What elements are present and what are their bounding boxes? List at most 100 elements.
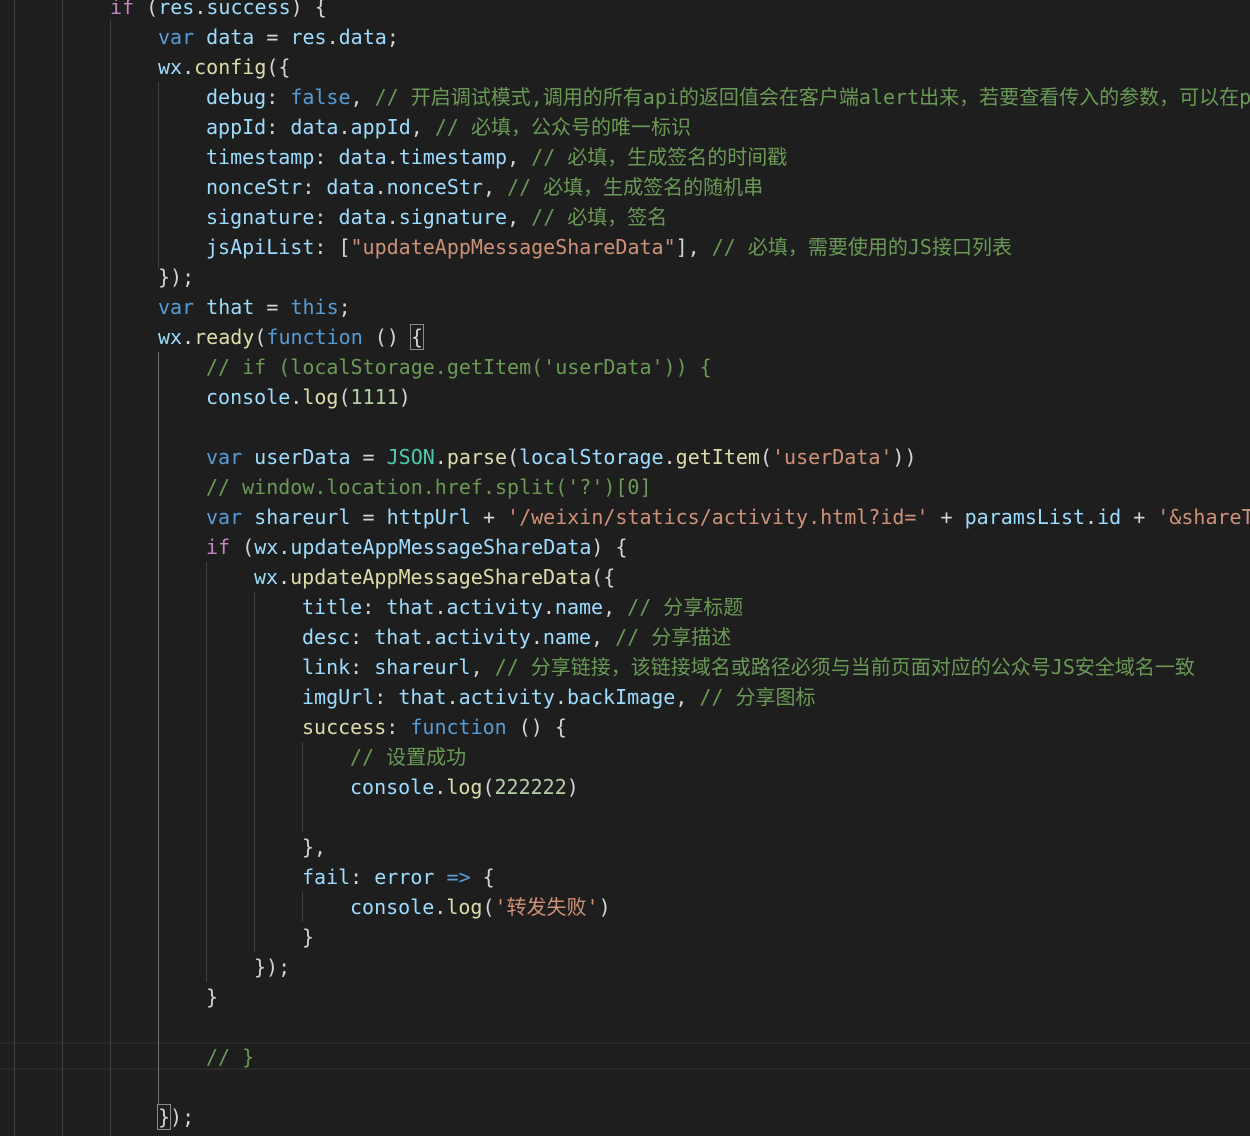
code-line[interactable]: var userData = JSON.parse(localStorage.g… [206, 442, 917, 472]
code-line[interactable]: wx.ready(function () { [158, 322, 424, 352]
code-token: getItem [675, 445, 760, 469]
code-line[interactable]: console.log('转发失败') [350, 892, 611, 922]
code-token: var [158, 25, 195, 49]
code-line[interactable]: nonceStr: data.nonceStr, // 必填，生成签名的随机串 [206, 172, 763, 202]
code-line[interactable]: }); [158, 262, 194, 292]
code-line[interactable]: appId: data.appId, // 必填，公众号的唯一标识 [206, 112, 691, 142]
code-token: // 必填，生成签名的时间戳 [531, 145, 788, 169]
code-line[interactable]: desc: that.activity.name, // 分享描述 [302, 622, 731, 652]
code-line[interactable]: // 设置成功 [350, 742, 466, 772]
code-token: ( [254, 325, 267, 349]
code-line[interactable]: if (wx.updateAppMessageShareData) { [206, 532, 627, 562]
code-token: // window.location.href.split('?')[0] [206, 475, 652, 499]
code-line[interactable]: console.log(1111) [206, 382, 411, 412]
code-line[interactable]: timestamp: data.timestamp, // 必填，生成签名的时间… [206, 142, 787, 172]
code-line[interactable]: imgUrl: that.activity.backImage, // 分享图标 [302, 682, 816, 712]
code-line[interactable]: success: function () { [302, 712, 567, 742]
code-token: title [302, 595, 363, 619]
code-token: res [290, 25, 327, 49]
code-token: data [338, 205, 387, 229]
code-line[interactable]: } [302, 922, 314, 952]
code-token: }); [254, 955, 291, 979]
code-line[interactable]: fail: error => { [302, 862, 495, 892]
code-line[interactable]: var that = this; [158, 292, 351, 322]
code-token: JSON [386, 445, 435, 469]
code-token: nonceStr [386, 175, 483, 199]
code-token: . [278, 565, 291, 589]
code-token: ( [482, 895, 495, 919]
code-line[interactable]: wx.config({ [158, 52, 290, 82]
code-token: 222222 [494, 775, 567, 799]
code-token: ); [170, 1105, 195, 1129]
code-token: console [206, 385, 291, 409]
code-line[interactable]: link: shareurl, // 分享链接，该链接域名或路径必须与当前页面对… [302, 652, 1195, 682]
code-token: () { [506, 715, 567, 739]
code-token: : [314, 205, 339, 229]
indent-guide [302, 892, 303, 922]
code-token: wx [254, 535, 279, 559]
code-token: // if (localStorage.getItem('userData'))… [206, 355, 712, 379]
code-token: name [554, 595, 604, 619]
code-token: . [182, 55, 195, 79]
code-token: 'userData' [772, 445, 893, 469]
code-token: )) [892, 445, 917, 469]
code-line[interactable]: // window.location.href.split('?')[0] [206, 472, 652, 502]
code-token: signature [398, 205, 508, 229]
code-line[interactable]: } [206, 982, 218, 1012]
code-token: : [314, 145, 339, 169]
code-token: data [290, 115, 339, 139]
code-line[interactable]: wx.updateAppMessageShareData({ [254, 562, 615, 592]
code-token: activity [434, 625, 531, 649]
indent-guide [158, 82, 159, 268]
code-token: // 必填，签名 [531, 205, 668, 229]
code-line[interactable]: var data = res.data; [158, 22, 399, 52]
code-token: console [350, 775, 435, 799]
code-token: , [675, 685, 700, 709]
code-token: parse [446, 445, 508, 469]
code-token: paramsList [964, 505, 1086, 529]
code-token: = [254, 25, 291, 49]
code-token: that [398, 685, 447, 709]
code-token: function [266, 325, 363, 349]
code-token: timestamp [398, 145, 508, 169]
indent-guide [158, 352, 159, 1104]
code-line[interactable]: }); [156, 1102, 195, 1132]
code-line[interactable]: console.log(222222) [350, 772, 579, 802]
code-token: imgUrl [302, 685, 375, 709]
code-token: = [350, 445, 387, 469]
code-token: } [206, 985, 219, 1009]
code-token: . [434, 445, 447, 469]
code-line[interactable]: var shareurl = httpUrl + '/weixin/static… [206, 502, 1250, 532]
code-token: if [206, 535, 231, 559]
code-token: : [374, 685, 399, 709]
code-line[interactable]: }, [302, 832, 326, 862]
code-token: ; [338, 295, 351, 319]
code-token: = [254, 295, 291, 319]
code-token: . [663, 445, 676, 469]
code-line[interactable]: }); [254, 952, 290, 982]
code-editor[interactable]: if (res.success) {var data = res.data; wx… [0, 0, 1250, 1136]
code-token: ( [134, 0, 159, 19]
code-token: that [386, 595, 435, 619]
code-token: debug [206, 85, 267, 109]
indent-guide [206, 562, 207, 982]
code-token: data [206, 25, 255, 49]
code-line[interactable]: title: that.activity.name, // 分享标题 [302, 592, 743, 622]
code-line[interactable]: jsApiList: ["updateAppMessageShareData"]… [206, 232, 1012, 262]
code-line[interactable]: // } [206, 1042, 254, 1072]
code-line[interactable]: // if (localStorage.getItem('userData'))… [206, 352, 712, 382]
code-token: log [302, 385, 339, 409]
code-line[interactable]: if (res.success) { [110, 0, 327, 22]
code-token: console [350, 895, 435, 919]
code-line[interactable]: debug: false, // 开启调试模式,调用的所有api的返回值会在客户… [206, 82, 1250, 112]
code-token: }); [158, 265, 195, 289]
code-token: wx [158, 325, 183, 349]
code-token: // 必填，生成签名的随机串 [507, 175, 764, 199]
code-token: , [410, 115, 435, 139]
code-token: // 必填，公众号的唯一标识 [434, 115, 691, 139]
code-token: signature [206, 205, 315, 229]
code-line[interactable]: signature: data.signature, // 必填，签名 [206, 202, 667, 232]
